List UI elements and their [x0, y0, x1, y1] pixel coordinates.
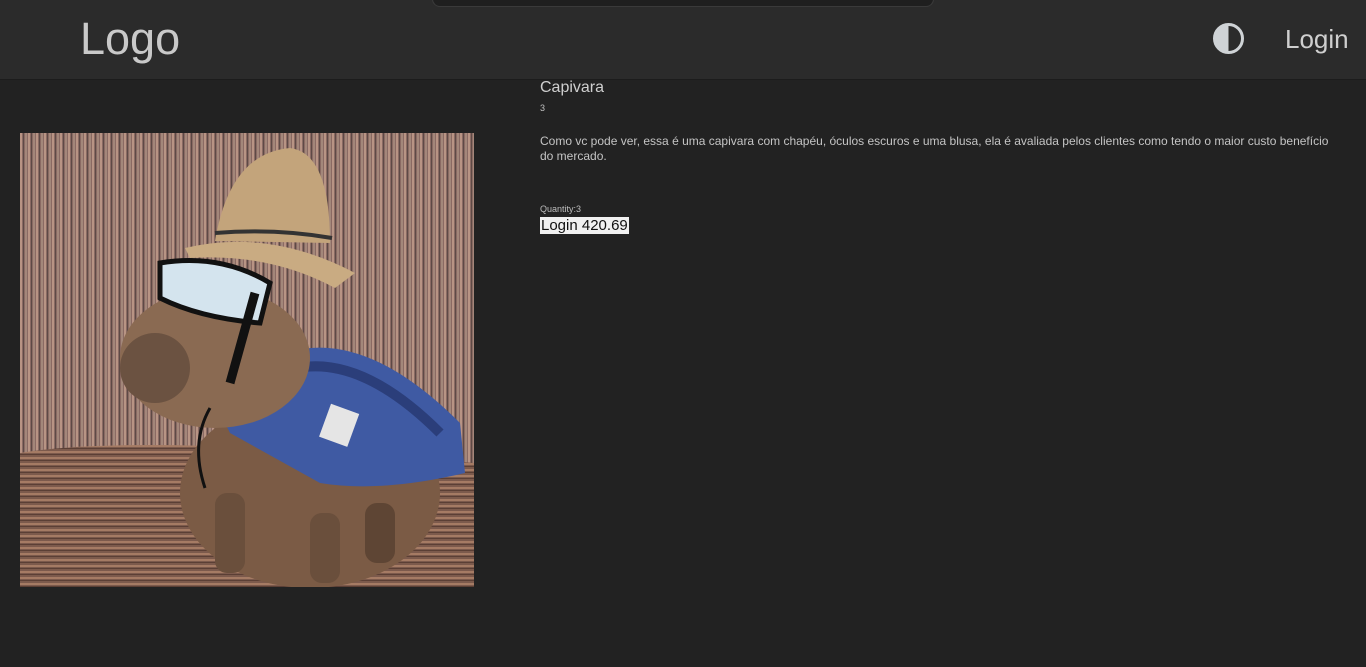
product-title: Capivara: [540, 79, 605, 96]
buy-button[interactable]: Login 420.69: [540, 217, 629, 234]
browser-notch: [432, 0, 934, 7]
site-logo[interactable]: Logo: [80, 14, 180, 64]
product-description: Como vc pode ver, essa é uma capivara co…: [540, 134, 1329, 163]
theme-toggle-icon[interactable]: [1212, 22, 1245, 55]
product-image: [20, 133, 474, 587]
top-navbar: Logo Login: [0, 0, 1366, 80]
product-number: 3: [540, 103, 546, 113]
product-quantity: Quantity:3: [540, 204, 582, 214]
login-link[interactable]: Login: [1285, 24, 1349, 54]
